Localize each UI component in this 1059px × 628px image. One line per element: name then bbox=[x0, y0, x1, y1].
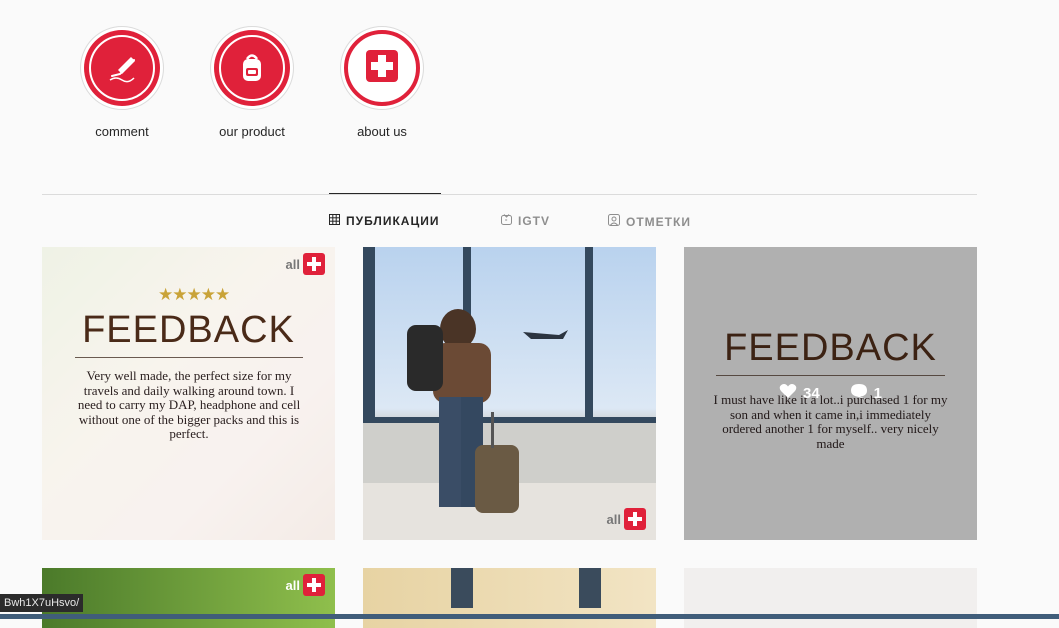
post-row2-1[interactable]: all bbox=[42, 568, 335, 628]
comment-bubble-icon bbox=[850, 383, 868, 403]
brand-logo: all bbox=[607, 508, 646, 530]
logo-text: all bbox=[285, 577, 300, 593]
comments-count: 1 bbox=[873, 384, 883, 402]
profile-tabs: ПУБЛИКАЦИИ IGTV ОТМЕТКИ bbox=[0, 214, 1059, 230]
highlight-about-us[interactable]: about us bbox=[340, 26, 424, 139]
highlight-cover bbox=[344, 30, 420, 106]
window-shape bbox=[579, 568, 601, 608]
highlight-ring bbox=[80, 26, 164, 110]
tab-label: IGTV bbox=[518, 214, 551, 228]
highlight-label: comment bbox=[95, 124, 149, 139]
swiss-cross-icon bbox=[365, 49, 399, 88]
post-text: Very well made, the perfect size for my … bbox=[77, 368, 301, 441]
highlight-our-product[interactable]: our product bbox=[210, 26, 294, 139]
story-highlights: comment our product about us bbox=[80, 26, 424, 139]
highlight-label: about us bbox=[357, 124, 407, 139]
heart-icon bbox=[779, 383, 797, 403]
likes-stat: 34 bbox=[779, 383, 820, 403]
highlight-ring bbox=[340, 26, 424, 110]
swiss-cross-icon bbox=[303, 253, 325, 275]
likes-count: 34 bbox=[802, 384, 820, 402]
post-title: FEEDBACK bbox=[82, 309, 295, 351]
tab-publications[interactable]: ПУБЛИКАЦИИ bbox=[329, 214, 439, 228]
post-feedback-1[interactable]: ★★★★★ FEEDBACK Very well made, the perfe… bbox=[42, 247, 335, 540]
igtv-icon bbox=[501, 214, 512, 228]
tab-label: ОТМЕТКИ bbox=[626, 214, 691, 229]
comments-stat: 1 bbox=[850, 383, 882, 403]
airport-scene bbox=[363, 247, 656, 540]
pen-signature-icon bbox=[89, 35, 155, 101]
title-underline bbox=[75, 357, 303, 358]
post-feedback-2[interactable]: FEEDBACK I must have like it a lot..i pu… bbox=[684, 247, 977, 540]
window-shape bbox=[451, 568, 473, 608]
brand-logo: all bbox=[286, 574, 325, 596]
tab-label: ПУБЛИКАЦИИ bbox=[346, 214, 440, 228]
post-traveler-photo[interactable]: all bbox=[363, 247, 656, 540]
taskbar bbox=[0, 614, 1059, 619]
link-status-bar: Bwh1X7uHsvo/ bbox=[0, 594, 84, 612]
tabs-divider bbox=[42, 194, 977, 195]
highlight-ring bbox=[210, 26, 294, 110]
highlight-label: our product bbox=[219, 124, 285, 139]
highlight-cover bbox=[84, 30, 160, 106]
grid-icon bbox=[329, 214, 340, 228]
highlight-cover bbox=[214, 30, 290, 106]
logo-text: all bbox=[606, 511, 621, 527]
post-stats: 34 1 bbox=[684, 383, 977, 403]
brand-logo: all bbox=[286, 253, 325, 275]
active-tab-indicator bbox=[329, 193, 441, 194]
tagged-icon bbox=[608, 214, 620, 229]
rating-stars: ★★★★★ bbox=[158, 285, 230, 304]
swiss-cross-icon bbox=[624, 508, 646, 530]
tab-tagged[interactable]: ОТМЕТКИ bbox=[608, 214, 691, 229]
swiss-cross-icon bbox=[303, 574, 325, 596]
logo-text: all bbox=[285, 256, 300, 272]
post-row2-3[interactable] bbox=[684, 568, 977, 628]
backpack-icon bbox=[219, 35, 285, 101]
tab-igtv[interactable]: IGTV bbox=[501, 214, 550, 228]
highlight-comment[interactable]: comment bbox=[80, 26, 164, 139]
post-row2-2[interactable] bbox=[363, 568, 656, 628]
